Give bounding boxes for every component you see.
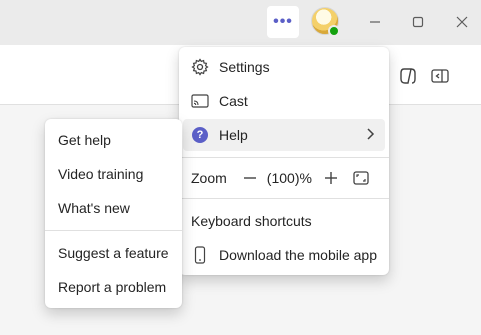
presence-status-icon	[328, 25, 340, 37]
zoom-row: Zoom (100)%	[191, 164, 372, 192]
gear-icon	[191, 58, 209, 76]
zoom-label: Zoom	[191, 170, 227, 186]
help-submenu: Get help Video training What's new Sugge…	[45, 119, 182, 308]
close-icon	[456, 16, 468, 28]
help-icon: ?	[191, 126, 209, 144]
zoom-value: (100)%	[266, 170, 312, 186]
minus-icon	[243, 177, 256, 179]
menu-item-download-app[interactable]: Download the mobile app	[183, 239, 385, 271]
maximize-icon	[412, 16, 424, 28]
zoom-out-button[interactable]	[239, 167, 261, 189]
plus-icon	[324, 172, 337, 184]
menu-item-label: Help	[219, 127, 248, 143]
more-options-button[interactable]: •••	[267, 6, 299, 38]
minimize-icon	[370, 21, 380, 23]
submenu-item-label: Video training	[58, 166, 144, 182]
fullscreen-button[interactable]	[350, 167, 372, 189]
submenu-divider	[45, 230, 182, 231]
menu-item-keyboard-shortcuts[interactable]: Keyboard shortcuts	[183, 205, 385, 237]
copilot-icon[interactable]	[398, 66, 418, 86]
fullscreen-icon	[353, 171, 369, 185]
menu-item-label: Settings	[219, 59, 270, 75]
more-label: •••	[273, 13, 293, 30]
more-options-menu: Settings Cast ? Help Zoom (100)% Keyboar…	[179, 47, 389, 275]
submenu-item-report-problem[interactable]: Report a problem	[49, 272, 178, 302]
menu-item-settings[interactable]: Settings	[183, 51, 385, 83]
zoom-in-button[interactable]	[320, 167, 342, 189]
submenu-item-label: What's new	[58, 200, 130, 216]
submenu-item-suggest-feature[interactable]: Suggest a feature	[49, 238, 178, 268]
menu-divider	[179, 198, 389, 199]
menu-item-label: Keyboard shortcuts	[191, 213, 312, 229]
cast-icon	[191, 92, 209, 110]
menu-item-label: Download the mobile app	[219, 247, 377, 263]
submenu-item-label: Get help	[58, 132, 111, 148]
submenu-item-whats-new[interactable]: What's new	[49, 193, 178, 223]
menu-divider	[179, 157, 389, 158]
submenu-item-label: Report a problem	[58, 279, 167, 295]
menu-item-cast[interactable]: Cast	[183, 85, 385, 117]
maximize-button[interactable]	[404, 9, 432, 35]
panel-toggle-icon[interactable]	[430, 66, 450, 86]
menu-item-label: Cast	[219, 93, 248, 109]
chevron-right-icon	[365, 127, 375, 144]
submenu-item-get-help[interactable]: Get help	[49, 125, 178, 155]
phone-icon	[191, 246, 209, 264]
submenu-item-video-training[interactable]: Video training	[49, 159, 178, 189]
minimize-button[interactable]	[361, 9, 389, 35]
menu-item-help[interactable]: ? Help	[183, 119, 385, 151]
submenu-item-label: Suggest a feature	[58, 245, 169, 261]
close-button[interactable]	[448, 9, 476, 35]
